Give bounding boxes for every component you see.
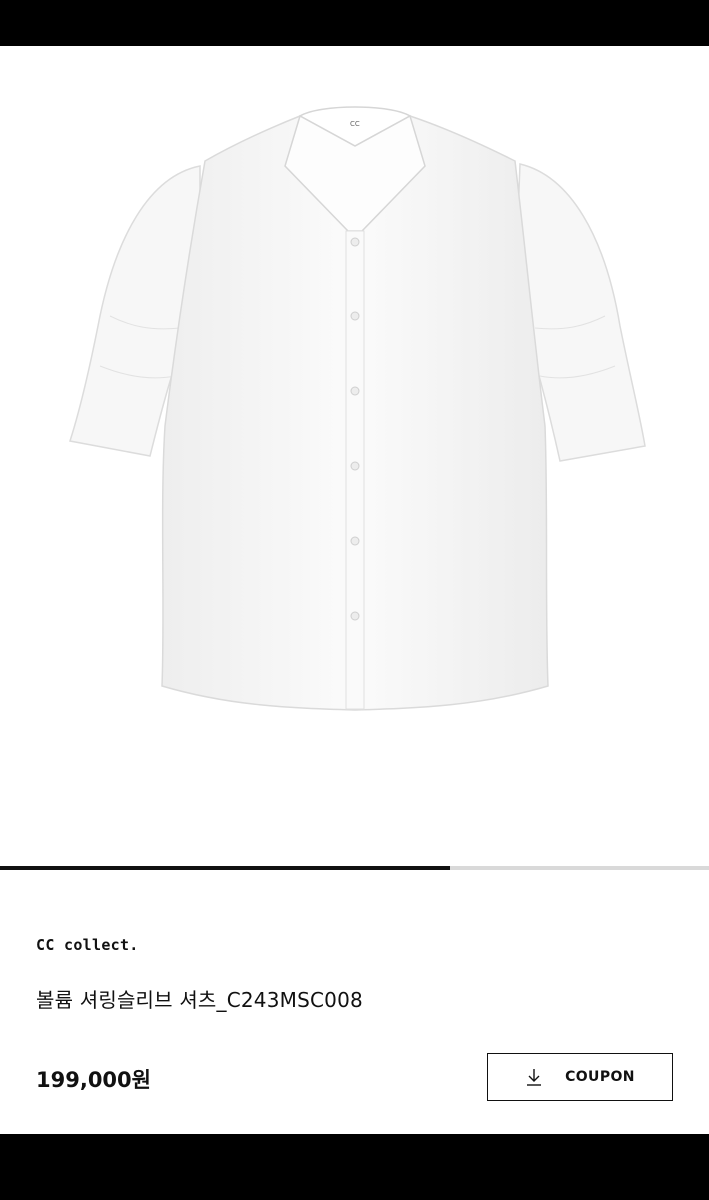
coupon-download-button[interactable]: COUPON	[487, 1053, 673, 1101]
brand-name[interactable]: CC collect.	[36, 936, 139, 954]
product-price: 199,000원	[36, 1068, 151, 1092]
bottom-navigation-bar	[0, 1134, 709, 1200]
gallery-progress-track	[0, 866, 709, 870]
product-title: 볼륨 셔링슬리브 셔츠_C243MSC008	[36, 988, 363, 1012]
collar-label-text: CC	[350, 120, 360, 128]
gallery-progress-fill	[0, 866, 451, 870]
coupon-label: COUPON	[565, 1069, 635, 1085]
product-image[interactable]: CC	[0, 46, 709, 866]
shirt-illustration: CC	[69, 106, 646, 711]
download-arrow-icon	[525, 1067, 543, 1087]
top-status-bar	[0, 0, 709, 46]
